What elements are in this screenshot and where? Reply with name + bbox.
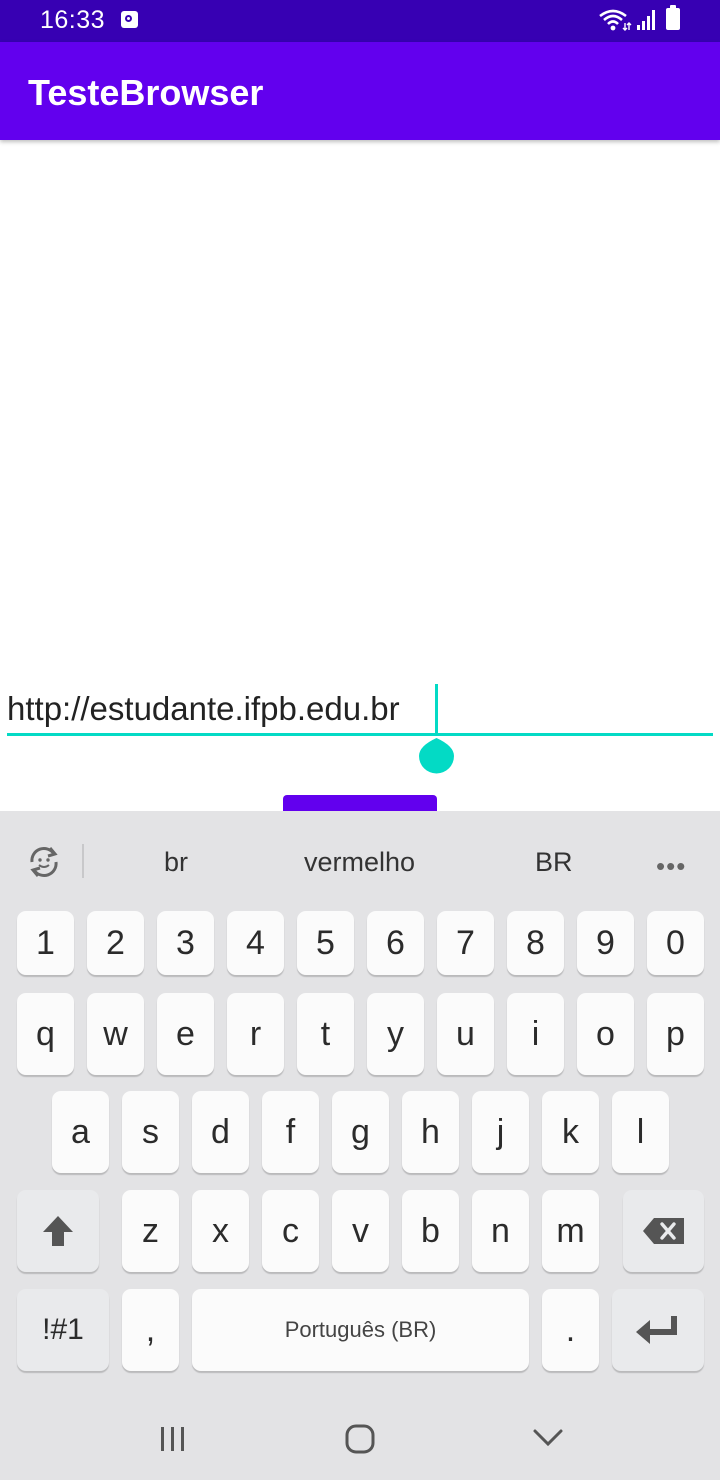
key-2[interactable]: 2 [87, 911, 144, 975]
shift-key[interactable] [17, 1190, 99, 1272]
key-9[interactable]: 9 [577, 911, 634, 975]
key-r[interactable]: r [227, 993, 284, 1075]
enter-icon [636, 1316, 677, 1344]
key-4[interactable]: 4 [227, 911, 284, 975]
key-m[interactable]: m [542, 1190, 599, 1272]
key-y[interactable]: y [367, 993, 424, 1075]
key-z[interactable]: z [122, 1190, 179, 1272]
key-v[interactable]: v [332, 1190, 389, 1272]
key-q[interactable]: q [17, 993, 74, 1075]
shift-icon [43, 1216, 73, 1246]
suggestion-bar: br vermelho BR ••• [0, 811, 720, 907]
backspace-icon [642, 1218, 684, 1244]
status-bar: 16:33 [0, 0, 720, 42]
home-icon[interactable] [344, 1424, 376, 1454]
key-i[interactable]: i [507, 993, 564, 1075]
key-8[interactable]: 8 [507, 911, 564, 975]
navigation-bar [0, 1398, 720, 1480]
signal-icon [637, 10, 655, 30]
suggestion-2[interactable]: vermelho [304, 847, 415, 878]
suggestion-1[interactable]: br [164, 847, 188, 878]
key-k[interactable]: k [542, 1091, 599, 1173]
key-n[interactable]: n [472, 1190, 529, 1272]
key-1[interactable]: 1 [17, 911, 74, 975]
text-caret [435, 684, 438, 734]
url-input[interactable]: http://estudante.ifpb.edu.br [7, 684, 713, 736]
app-title: TesteBrowser [28, 72, 264, 113]
caret-handle[interactable] [418, 734, 455, 774]
suggestion-3[interactable]: BR [535, 847, 573, 878]
key-p[interactable]: p [647, 993, 704, 1075]
soft-keyboard: br vermelho BR ••• 1 2 3 4 5 6 7 8 9 0 q… [0, 811, 720, 1480]
recents-icon[interactable] [158, 1426, 188, 1452]
refresh-icon[interactable] [24, 842, 64, 882]
key-f[interactable]: f [262, 1091, 319, 1173]
key-j[interactable]: j [472, 1091, 529, 1173]
key-t[interactable]: t [297, 993, 354, 1075]
key-e[interactable]: e [157, 993, 214, 1075]
notification-icon [121, 11, 138, 28]
key-u[interactable]: u [437, 993, 494, 1075]
key-5[interactable]: 5 [297, 911, 354, 975]
back-icon[interactable] [532, 1428, 564, 1448]
key-c[interactable]: c [262, 1190, 319, 1272]
key-x[interactable]: x [192, 1190, 249, 1272]
space-key[interactable]: Português (BR) [192, 1289, 529, 1371]
wifi-icon [599, 9, 632, 31]
symbols-key[interactable]: !#1 [17, 1289, 109, 1371]
key-b[interactable]: b [402, 1190, 459, 1272]
suggestion-divider [82, 844, 84, 878]
comma-key[interactable]: , [122, 1289, 179, 1371]
key-g[interactable]: g [332, 1091, 389, 1173]
key-w[interactable]: w [87, 993, 144, 1075]
more-options-icon[interactable]: ••• [656, 851, 686, 882]
key-3[interactable]: 3 [157, 911, 214, 975]
key-h[interactable]: h [402, 1091, 459, 1173]
key-o[interactable]: o [577, 993, 634, 1075]
url-input-value[interactable]: http://estudante.ifpb.edu.br [7, 690, 400, 728]
key-a[interactable]: a [52, 1091, 109, 1173]
backspace-key[interactable] [623, 1190, 704, 1272]
period-key[interactable]: . [542, 1289, 599, 1371]
key-0[interactable]: 0 [647, 911, 704, 975]
battery-icon [666, 5, 680, 30]
key-s[interactable]: s [122, 1091, 179, 1173]
app-bar: TesteBrowser [0, 42, 720, 140]
key-6[interactable]: 6 [367, 911, 424, 975]
key-l[interactable]: l [612, 1091, 669, 1173]
enter-key[interactable] [612, 1289, 704, 1371]
status-time: 16:33 [40, 6, 106, 34]
key-7[interactable]: 7 [437, 911, 494, 975]
key-d[interactable]: d [192, 1091, 249, 1173]
